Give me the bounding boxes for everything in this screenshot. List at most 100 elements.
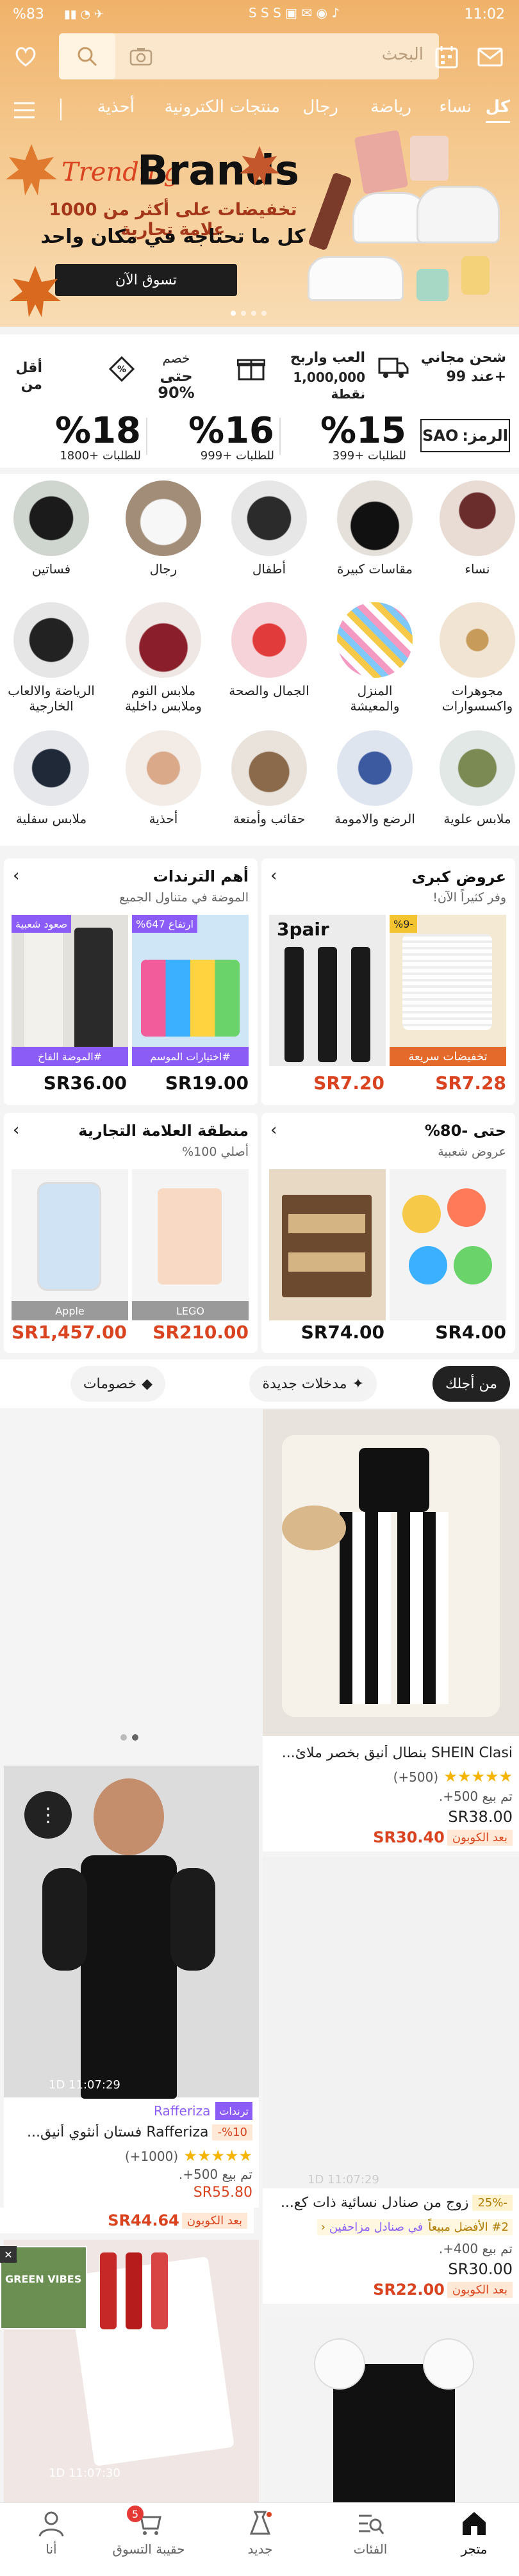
search-bar[interactable]: البحث <box>59 33 439 79</box>
chevron-left-icon[interactable]: ‹ <box>270 1120 277 1140</box>
category-grid: نساء مقاسات كبيرة أطفال رجال فساتين مجوه… <box>0 474 519 846</box>
category-baby[interactable]: الرضع والامومة <box>333 730 416 826</box>
benefit-more[interactable]: أقل من <box>0 350 45 395</box>
nav-shop[interactable]: متجر <box>436 2509 513 2557</box>
category-label: مقاسات كبيرة <box>336 561 413 577</box>
divider <box>146 418 147 455</box>
discount-badge: %10- <box>212 2124 252 2140</box>
tab-for-you[interactable]: من أجلك <box>432 1366 510 1402</box>
product-thumb[interactable] <box>269 1169 386 1320</box>
coupon-item[interactable]: %15 للطلبات +399 <box>284 413 406 463</box>
product-price: SR1,457.00 <box>12 1322 127 1343</box>
product-thumb[interactable]: Apple <box>12 1169 128 1320</box>
chevron-left-icon[interactable]: ‹ <box>13 866 19 885</box>
coupon-item[interactable]: %16 للطلبات +999 <box>152 413 274 463</box>
category-home[interactable]: المنزل والمعيشة <box>333 602 416 714</box>
product-card[interactable]: SHEIN Clasi بنطال أنيق بخصر ملائ... ★★★★… <box>263 1409 519 1851</box>
countdown-timer: 1D 11:07:30 <box>49 2466 120 2480</box>
category-dresses[interactable]: فساتين <box>3 480 99 577</box>
tab-new-arrivals[interactable]: ✦ مدخلات جديدة <box>249 1366 377 1402</box>
coupon-price-row: بعد الكوبون SR22.00 <box>373 2281 513 2299</box>
card-title: منطقة العلامة التجارية <box>78 1122 249 1140</box>
wishlist-icon[interactable] <box>12 42 40 70</box>
nav-categories[interactable]: الفئات <box>332 2509 409 2557</box>
ad-carousel-placeholder[interactable] <box>0 1409 259 1755</box>
product-price: SR30.00 <box>448 2260 513 2278</box>
coupon-code-value: SAO <box>422 427 459 445</box>
category-beauty[interactable]: الجمال والصحة <box>227 602 311 698</box>
product-price: SR210.00 <box>152 1322 249 1343</box>
tab-sports[interactable]: رياضة <box>370 97 411 123</box>
hero-banner[interactable]: Trending Brands تخفيضات على أكثر من 1000… <box>0 128 519 327</box>
product-card[interactable]: 1D 11:07:29 -25% زوج من صنادل نسائية ذات… <box>263 1857 519 2304</box>
product-thumb[interactable]: 3pair <box>269 915 386 1066</box>
category-plus-size[interactable]: مقاسات كبيرة <box>333 480 416 577</box>
benefit-value: عند 99+ <box>446 369 506 385</box>
floating-video-ad[interactable]: GREEN VIBES ✕ <box>0 2246 87 2329</box>
header-banner-area: 11:02 %83 ▮▮ ◔ ✈ S S S ▣ ✉ ◉ ♪ البحث كل … <box>0 0 519 327</box>
coupon-item[interactable]: %18 للطلبات +1800 <box>13 413 141 463</box>
promo-card-up-to-80[interactable]: حتى -80% ‹ عروض شعبية SR4.00 SR74.00 <box>261 1113 515 1353</box>
search-input[interactable]: البحث <box>382 45 424 64</box>
search-button[interactable] <box>59 33 115 79</box>
close-icon[interactable]: ✕ <box>0 2246 17 2263</box>
divider <box>60 99 62 120</box>
maple-leaf-icon <box>6 144 57 195</box>
shop-now-button[interactable]: تسوق الآن <box>55 264 237 296</box>
category-kids[interactable]: أطفال <box>227 480 311 577</box>
product-thumb[interactable]: LEGO <box>132 1169 249 1320</box>
category-image <box>440 480 515 556</box>
product-thumb[interactable]: %9- تخفيضات سريعة <box>390 915 506 1066</box>
tab-discounts[interactable]: ◆ خصومات <box>70 1366 165 1402</box>
nav-label: أنا <box>45 2541 57 2557</box>
tab-electronics[interactable]: منتجات الكترونية <box>165 97 280 123</box>
discount-badge: -25% <box>472 2195 513 2211</box>
tab-women[interactable]: نساء <box>439 97 472 123</box>
product-thumb[interactable]: صعود شعبية #الموضة الفاخ <box>12 915 128 1066</box>
more-options-icon[interactable]: ⋮ <box>24 1791 72 1839</box>
tab-men[interactable]: رجال <box>303 97 338 123</box>
category-image <box>13 602 89 678</box>
benefit-free-shipping[interactable]: شحن مجاني عند 99+ <box>378 347 506 392</box>
promo-card-trends[interactable]: أهم الترندات ‹ الموضة في متناول الجميع ا… <box>4 858 258 1105</box>
bestseller-category: في صنادل مزاحفين <box>329 2220 424 2234</box>
benefit-discount[interactable]: خصم حتى 90% % <box>109 347 224 401</box>
camera-icon[interactable] <box>128 44 154 69</box>
new-icon <box>249 2511 272 2535</box>
tab-shoes[interactable]: أحذية <box>97 97 135 123</box>
tab-all[interactable]: كل <box>485 97 510 123</box>
bestseller-rank: #2 الأفضل مبيعاً <box>428 2220 509 2234</box>
benefit-play-win[interactable]: العب واربح 1,000,000 نقطة <box>237 347 365 402</box>
nav-me[interactable]: أنا <box>13 2509 90 2557</box>
category-women[interactable]: نساء <box>436 480 519 577</box>
chevron-left-icon[interactable]: ‹ <box>270 866 277 885</box>
coupon-code[interactable]: الرمز: SAO <box>420 419 510 452</box>
calendar-checkin-icon[interactable] <box>431 41 463 73</box>
category-shoes[interactable]: أحذية <box>122 730 205 826</box>
category-image <box>126 730 201 806</box>
rating-row: ★★★★★ (1000+) <box>125 2146 252 2165</box>
product-card[interactable] <box>263 2313 519 2502</box>
category-bags[interactable]: حقائب وأمتعة <box>227 730 311 826</box>
feed-tabs: من أجلك ✦ مدخلات جديدة ◆ خصومات <box>0 1359 519 1408</box>
category-sports-outdoor[interactable]: الرياضة والالعاب الخارجية <box>3 602 99 714</box>
product-thumb[interactable] <box>390 1169 506 1320</box>
product-card[interactable]: ⋮ 1D 11:07:29 ترندات Rafferiza %10- Raff… <box>4 1766 259 2208</box>
promo-card-big-deals[interactable]: عروض كبرى ‹ وفر كثيراً الآن! %9- تخفيضات… <box>261 858 515 1105</box>
nav-new[interactable]: جديد <box>222 2509 299 2557</box>
menu-icon[interactable] <box>10 96 38 124</box>
category-men[interactable]: رجال <box>122 480 205 577</box>
category-tops[interactable]: ملابس علوية <box>436 730 519 826</box>
nav-cart[interactable]: 5 حقيبة التسوق <box>104 2506 194 2557</box>
coupon-strip[interactable]: الرمز: SAO %15 للطلبات +399 %16 للطلبات … <box>0 404 519 468</box>
flash-sale-label: تخفيضات سريعة <box>390 1047 506 1066</box>
promo-card-brand-zone[interactable]: منطقة العلامة التجارية ‹ أصلي 100% LEGO … <box>4 1113 258 1353</box>
category-bottoms[interactable]: ملابس سفلية <box>3 730 99 826</box>
messages-icon[interactable] <box>474 41 506 73</box>
category-jewelry[interactable]: مجوهرات واكسسوارات <box>436 602 519 714</box>
product-thumb[interactable]: ارتفاع 647% #اختيارات الموسم <box>132 915 249 1066</box>
bestseller-row[interactable]: #2 الأفضل مبيعاً في صنادل مزاحفين ‹ <box>317 2219 513 2235</box>
category-sleepwear[interactable]: ملابس النوم وملابس داخلية <box>122 602 205 714</box>
chevron-left-icon[interactable]: ‹ <box>13 1120 19 1140</box>
trend-badge: صعود شعبية <box>12 915 72 933</box>
